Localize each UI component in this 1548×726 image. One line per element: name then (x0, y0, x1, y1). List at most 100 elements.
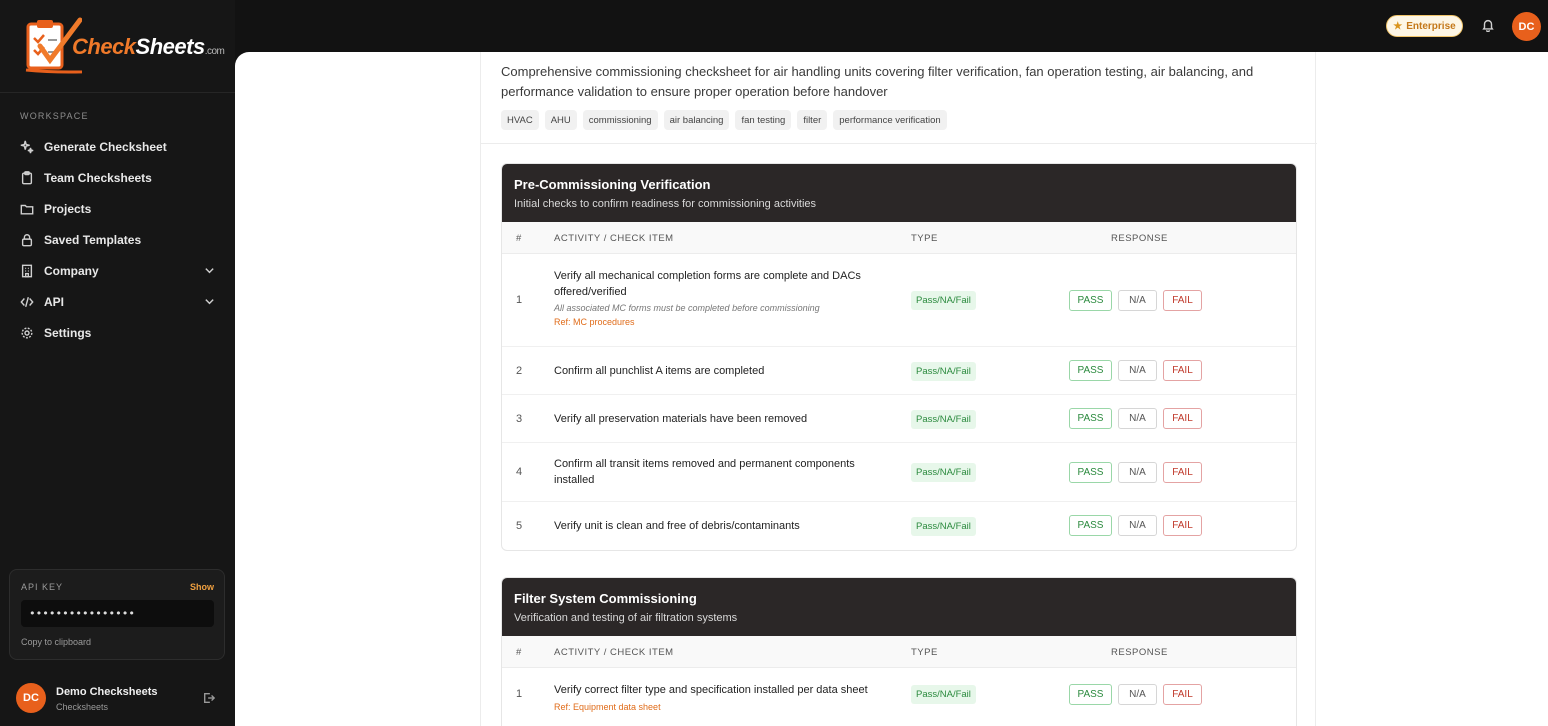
fail-button[interactable]: FAIL (1163, 684, 1202, 705)
row-number: 5 (516, 520, 523, 532)
star-icon: ★ (1393, 20, 1403, 32)
na-button[interactable]: N/A (1118, 515, 1157, 536)
section-pre-commissioning: Pre-Commissioning Verification Initial c… (501, 163, 1297, 551)
activity-text: Verify all mechanical completion forms a… (554, 270, 861, 298)
workspace-label: WORKSPACE (20, 111, 89, 121)
col-num-header: # (516, 647, 522, 658)
pass-button[interactable]: PASS (1069, 462, 1112, 483)
user-name: Demo Checksheets (56, 686, 158, 698)
logo-wordmark: CheckSheets.com (72, 34, 225, 60)
logo-suffix: .com (204, 46, 225, 57)
row-activity: Verify unit is clean and free of debris/… (554, 518, 894, 534)
copy-to-clipboard-link[interactable]: Copy to clipboard (21, 637, 91, 647)
logo-word-check: Check (72, 34, 136, 59)
response-group: PASS N/A FAIL (1069, 462, 1202, 483)
type-badge: Pass/NA/Fail (911, 463, 976, 482)
row-number: 1 (516, 294, 523, 306)
response-group: PASS N/A FAIL (1069, 408, 1202, 429)
table-row: 4 Confirm all transit items removed and … (502, 443, 1296, 502)
sidebar-item-label: Generate Checksheet (44, 139, 167, 154)
col-type-header: TYPE (911, 233, 938, 244)
avatar[interactable]: DC (1512, 12, 1541, 41)
row-activity: Confirm all punchlist A items are comple… (554, 363, 894, 379)
table-row: 1 Verify all mechanical completion forms… (502, 254, 1296, 347)
col-activity-header: ACTIVITY / CHECK ITEM (554, 647, 674, 658)
section-title: Pre-Commissioning Verification (514, 177, 711, 192)
tag[interactable]: air balancing (663, 110, 730, 130)
activity-note: All associated MC forms must be complete… (554, 303, 820, 313)
sidebar-item-label: Team Checksheets (44, 170, 152, 185)
enterprise-plan-badge[interactable]: ★ Enterprise (1386, 15, 1463, 37)
tag-list: HVAC AHU commissioning air balancing fan… (501, 110, 947, 130)
sidebar-item-projects[interactable]: Projects (10, 193, 225, 224)
tag[interactable]: AHU (544, 110, 577, 130)
tag[interactable]: fan testing (735, 110, 792, 130)
tag[interactable]: commissioning (582, 110, 658, 130)
tag[interactable]: filter (797, 110, 828, 130)
na-button[interactable]: N/A (1118, 684, 1157, 705)
checksheet-description: Comprehensive commissioning checksheet f… (501, 64, 1254, 99)
response-group: PASS N/A FAIL (1069, 515, 1202, 536)
activity-reference[interactable]: Ref: Equipment data sheet (554, 702, 914, 712)
plan-label: Enterprise (1406, 20, 1456, 32)
building-icon (21, 264, 33, 277)
tag[interactable]: HVAC (501, 110, 539, 130)
section-filter-system: Filter System Commissioning Verification… (501, 577, 1297, 726)
tag[interactable]: performance verification (833, 110, 947, 130)
sidebar-item-team-checksheets[interactable]: Team Checksheets (10, 162, 225, 193)
api-key-field[interactable]: •••••••••••••••• (21, 600, 214, 627)
checksheet-document: Comprehensive commissioning checksheet f… (480, 52, 1317, 726)
row-activity: Verify correct filter type and specifica… (554, 682, 914, 712)
sidebar-item-api[interactable]: API (10, 286, 225, 317)
pass-button[interactable]: PASS (1069, 515, 1112, 536)
main-content: Comprehensive commissioning checksheet f… (235, 52, 1548, 726)
avatar: DC (16, 683, 46, 713)
activity-reference[interactable]: Ref: MC procedures (554, 317, 894, 327)
row-activity: Verify all preservation materials have b… (554, 411, 894, 427)
na-button[interactable]: N/A (1118, 360, 1157, 381)
bell-icon[interactable] (1481, 18, 1495, 32)
pass-button[interactable]: PASS (1069, 684, 1112, 705)
sidebar-divider (0, 92, 235, 93)
pass-button[interactable]: PASS (1069, 408, 1112, 429)
col-response-header: RESPONSE (1111, 233, 1168, 244)
row-activity: Verify all mechanical completion forms a… (554, 268, 894, 327)
na-button[interactable]: N/A (1118, 462, 1157, 483)
chevron-down-icon[interactable] (204, 265, 215, 276)
col-response-header: RESPONSE (1111, 647, 1168, 658)
type-badge: Pass/NA/Fail (911, 685, 976, 704)
response-group: PASS N/A FAIL (1069, 360, 1202, 381)
api-key-show-button[interactable]: Show (190, 582, 214, 592)
fail-button[interactable]: FAIL (1163, 290, 1202, 311)
sidebar-item-settings[interactable]: Settings (10, 317, 225, 348)
pass-button[interactable]: PASS (1069, 290, 1112, 311)
section-header: Filter System Commissioning Verification… (502, 578, 1296, 636)
col-num-header: # (516, 233, 522, 244)
sidebar-item-label: Projects (44, 201, 92, 216)
fail-button[interactable]: FAIL (1163, 462, 1202, 483)
sidebar-item-label: Company (44, 263, 99, 278)
clipboard-icon (21, 170, 33, 184)
table-header: # ACTIVITY / CHECK ITEM TYPE RESPONSE (502, 222, 1296, 254)
logo-word-sheets: Sheets (135, 34, 206, 59)
fail-button[interactable]: FAIL (1163, 408, 1202, 429)
chevron-down-icon[interactable] (204, 296, 215, 307)
api-key-label: API KEY (21, 582, 64, 592)
sidebar: CheckSheets.com WORKSPACE Generate Check… (0, 0, 235, 726)
fail-button[interactable]: FAIL (1163, 360, 1202, 381)
checksheets-logo[interactable]: CheckSheets.com (22, 16, 225, 76)
fail-button[interactable]: FAIL (1163, 515, 1202, 536)
na-button[interactable]: N/A (1118, 290, 1157, 311)
section-subtitle: Verification and testing of air filtrati… (514, 612, 738, 624)
type-badge: Pass/NA/Fail (911, 362, 976, 381)
pass-button[interactable]: PASS (1069, 360, 1112, 381)
sidebar-item-company[interactable]: Company (10, 255, 225, 286)
na-button[interactable]: N/A (1118, 408, 1157, 429)
user-profile[interactable]: DC Demo Checksheets Checksheets (16, 683, 221, 715)
section-subtitle: Initial checks to confirm readiness for … (514, 198, 817, 210)
table-row: 5 Verify unit is clean and free of debri… (502, 502, 1296, 550)
sidebar-item-generate-checksheet[interactable]: Generate Checksheet (10, 131, 225, 162)
sidebar-item-saved-templates[interactable]: Saved Templates (10, 224, 225, 255)
logout-icon[interactable] (203, 692, 215, 704)
gear-icon (21, 326, 33, 339)
